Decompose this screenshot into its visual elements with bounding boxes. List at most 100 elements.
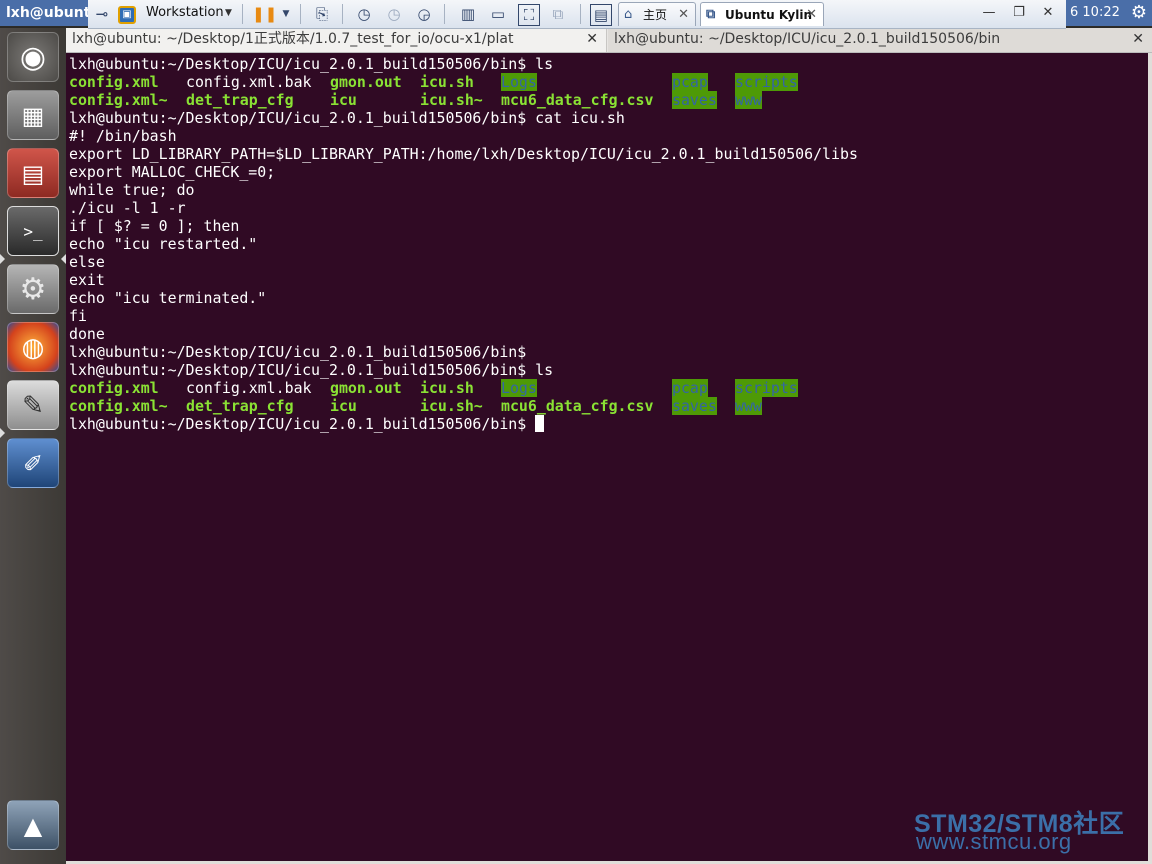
top-panel: lxh@ubunt ⊸ ▣ Workstation ▼ ❚❚ ▼ ⎘ ◷ ◷ ◶…: [0, 0, 1152, 29]
snapshot-icon[interactable]: ◷: [354, 4, 374, 24]
dir-entry: scripts: [735, 379, 798, 397]
file-entry: config.xml.bak: [186, 379, 312, 397]
prompt: lxh@ubuntu:~/Desktop/ICU/icu_2.0.1_build…: [69, 361, 527, 379]
close-icon[interactable]: ✕: [586, 28, 598, 50]
tab-home-label: 主页: [643, 8, 668, 22]
calculator-icon[interactable]: ▦: [7, 90, 59, 140]
dir-entry: saves: [672, 91, 717, 109]
gear-icon[interactable]: ⚙: [1126, 0, 1152, 26]
clock[interactable]: 6 10:22: [1066, 0, 1134, 26]
file-entry: mcu6_data_cfg.csv: [501, 91, 654, 109]
prompt: lxh@ubuntu:~/Desktop/ICU/icu_2.0.1_build…: [69, 109, 527, 127]
pause-icon[interactable]: ❚❚: [252, 4, 277, 24]
tab-ubuntu-kylin-label: Ubuntu Kylin: [725, 8, 812, 22]
command: ls: [526, 361, 554, 379]
dir-entry: pcap: [672, 73, 708, 91]
script-line: else: [69, 253, 105, 271]
workspace-switcher-icon[interactable]: ▲: [7, 800, 59, 850]
system-settings-icon[interactable]: ⚙: [7, 264, 59, 314]
file-entry: icu: [330, 397, 357, 415]
terminal-output[interactable]: lxh@ubuntu:~/Desktop/ICU/icu_2.0.1_build…: [66, 53, 1152, 864]
vmware-logo-icon: ▣: [118, 6, 136, 24]
ls-row: config.xml~ det_trap_cfg icu icu.sh~ mcu6_da…: [69, 91, 858, 109]
file-entry: icu.sh~: [420, 397, 483, 415]
script-line: echo "icu terminated.": [69, 289, 267, 307]
dash-ubuntu-icon[interactable]: ◉: [7, 32, 59, 82]
script-line: ./icu -l 1 -r: [69, 199, 186, 217]
send-ctrl-alt-del-icon[interactable]: ⎘: [312, 4, 332, 24]
script-line: if [ $? = 0 ]; then: [69, 217, 240, 235]
dir-entry: saves: [672, 397, 717, 415]
thumbnail-bar-icon[interactable]: ▭: [488, 4, 508, 24]
file-entry: icu.sh: [420, 379, 474, 397]
file-entry: icu.sh~: [420, 91, 483, 109]
dir-entry: scripts: [735, 73, 798, 91]
ls-row: config.xml config.xml.bak gmon.out icu.sh Lo…: [69, 73, 858, 91]
terminal-tab-title: lxh@ubuntu: ~/Desktop/ICU/icu_2.0.1_buil…: [614, 31, 1001, 47]
ls-row: config.xml~ det_trap_cfg icu icu.sh~ mcu6_da…: [69, 397, 858, 415]
prompt: lxh@ubuntu:~/Desktop/ICU/icu_2.0.1_build…: [69, 55, 527, 73]
tab-home[interactable]: ⌂ 主页 ✕: [618, 2, 696, 26]
close-icon[interactable]: ✕: [678, 3, 689, 27]
running-indicator: [0, 428, 5, 438]
terminal-text: lxh@ubuntu:~/Desktop/ICU/icu_2.0.1_build…: [69, 55, 858, 433]
file-entry: det_trap_cfg: [186, 397, 294, 415]
snapshot-manager-icon[interactable]: ◶: [414, 4, 434, 24]
file-entry: config.xml.bak: [186, 73, 312, 91]
file-entry: icu.sh: [420, 73, 474, 91]
script-line: done: [69, 325, 105, 343]
chevron-down-icon[interactable]: ▼: [225, 0, 232, 26]
fullscreen-icon[interactable]: ⛶: [518, 4, 540, 26]
home-icon: ⌂: [624, 7, 633, 22]
file-entry: mcu6_data_cfg.csv: [501, 397, 654, 415]
sidebar-toggle-icon[interactable]: ▥: [458, 4, 478, 24]
vmware-toolbar: ⊸ ▣ Workstation ▼ ❚❚ ▼ ⎘ ◷ ◷ ◶ ▥ ▭ ⛶ ⧉ ▤…: [88, 0, 1066, 29]
running-indicator: [0, 254, 5, 264]
library-icon[interactable]: ▤: [590, 4, 612, 26]
close-window-button[interactable]: ✕: [1035, 3, 1061, 23]
file-cabinet-icon[interactable]: ▤: [7, 148, 59, 198]
file-entry: config.xml~: [69, 397, 168, 415]
terminal-line: lxh@ubuntu:~/Desktop/ICU/icu_2.0.1_build…: [69, 55, 858, 73]
terminal-tab-title: lxh@ubuntu: ~/Desktop/1正式版本/1.0.7_test_f…: [72, 31, 514, 47]
unity-launcher: ◉ ▦ ▤ >_ ⚙ ◍ ✎ ✐ ▲: [0, 28, 67, 864]
watermark-url: www.stmcu.org: [916, 829, 1072, 854]
terminal-icon[interactable]: >_: [7, 206, 59, 256]
file-entry: config.xml: [69, 73, 159, 91]
chevron-down-icon[interactable]: ▼: [276, 4, 296, 24]
firefox-icon[interactable]: ◍: [7, 322, 59, 372]
script-line: export LD_LIBRARY_PATH=$LD_LIBRARY_PATH:…: [69, 145, 858, 163]
script-line: fi: [69, 307, 87, 325]
dir-entry: www: [735, 91, 762, 109]
unity-mode-icon[interactable]: ⧉: [548, 4, 568, 24]
script-line: while true; do: [69, 181, 195, 199]
script-line: echo "icu restarted.": [69, 235, 258, 253]
restore-button[interactable]: ❐: [1006, 3, 1032, 23]
close-icon[interactable]: ✕: [806, 3, 817, 27]
prompt: lxh@ubuntu:~/Desktop/ICU/icu_2.0.1_build…: [69, 343, 527, 361]
close-icon[interactable]: ✕: [1132, 28, 1144, 50]
vm-icon: ⧉: [706, 7, 716, 22]
workstation-menu[interactable]: Workstation: [146, 0, 224, 26]
text-editor-icon[interactable]: ✎: [7, 380, 59, 430]
file-entry: config.xml: [69, 379, 159, 397]
script-line: export MALLOC_CHECK_=0;: [69, 163, 276, 181]
window-title: lxh@ubunt: [0, 0, 92, 26]
dir-entry: www: [735, 397, 762, 415]
revert-snapshot-icon[interactable]: ◷: [384, 4, 404, 24]
terminal-line: lxh@ubuntu:~/Desktop/ICU/icu_2.0.1_build…: [69, 343, 858, 361]
prompt: lxh@ubuntu:~/Desktop/ICU/icu_2.0.1_build…: [69, 415, 527, 433]
terminal-line: lxh@ubuntu:~/Desktop/ICU/icu_2.0.1_build…: [69, 361, 858, 379]
terminal-tab-bin[interactable]: lxh@ubuntu: ~/Desktop/ICU/icu_2.0.1_buil…: [608, 28, 1152, 52]
screen-editor-icon[interactable]: ✐: [7, 438, 59, 488]
tab-ubuntu-kylin[interactable]: ⧉ Ubuntu Kylin ✕: [700, 2, 824, 26]
command: cat icu.sh: [526, 109, 625, 127]
ls-row: config.xml config.xml.bak gmon.out icu.sh Lo…: [69, 379, 858, 397]
dir-entry: Logs: [501, 73, 537, 91]
file-entry: det_trap_cfg: [186, 91, 294, 109]
terminal-tab-plat[interactable]: lxh@ubuntu: ~/Desktop/1正式版本/1.0.7_test_f…: [66, 28, 607, 52]
pin-icon[interactable]: ⊸: [92, 4, 112, 24]
minimize-button[interactable]: —: [976, 3, 1002, 23]
dir-entry: Logs: [501, 379, 537, 397]
file-entry: config.xml~: [69, 91, 168, 109]
